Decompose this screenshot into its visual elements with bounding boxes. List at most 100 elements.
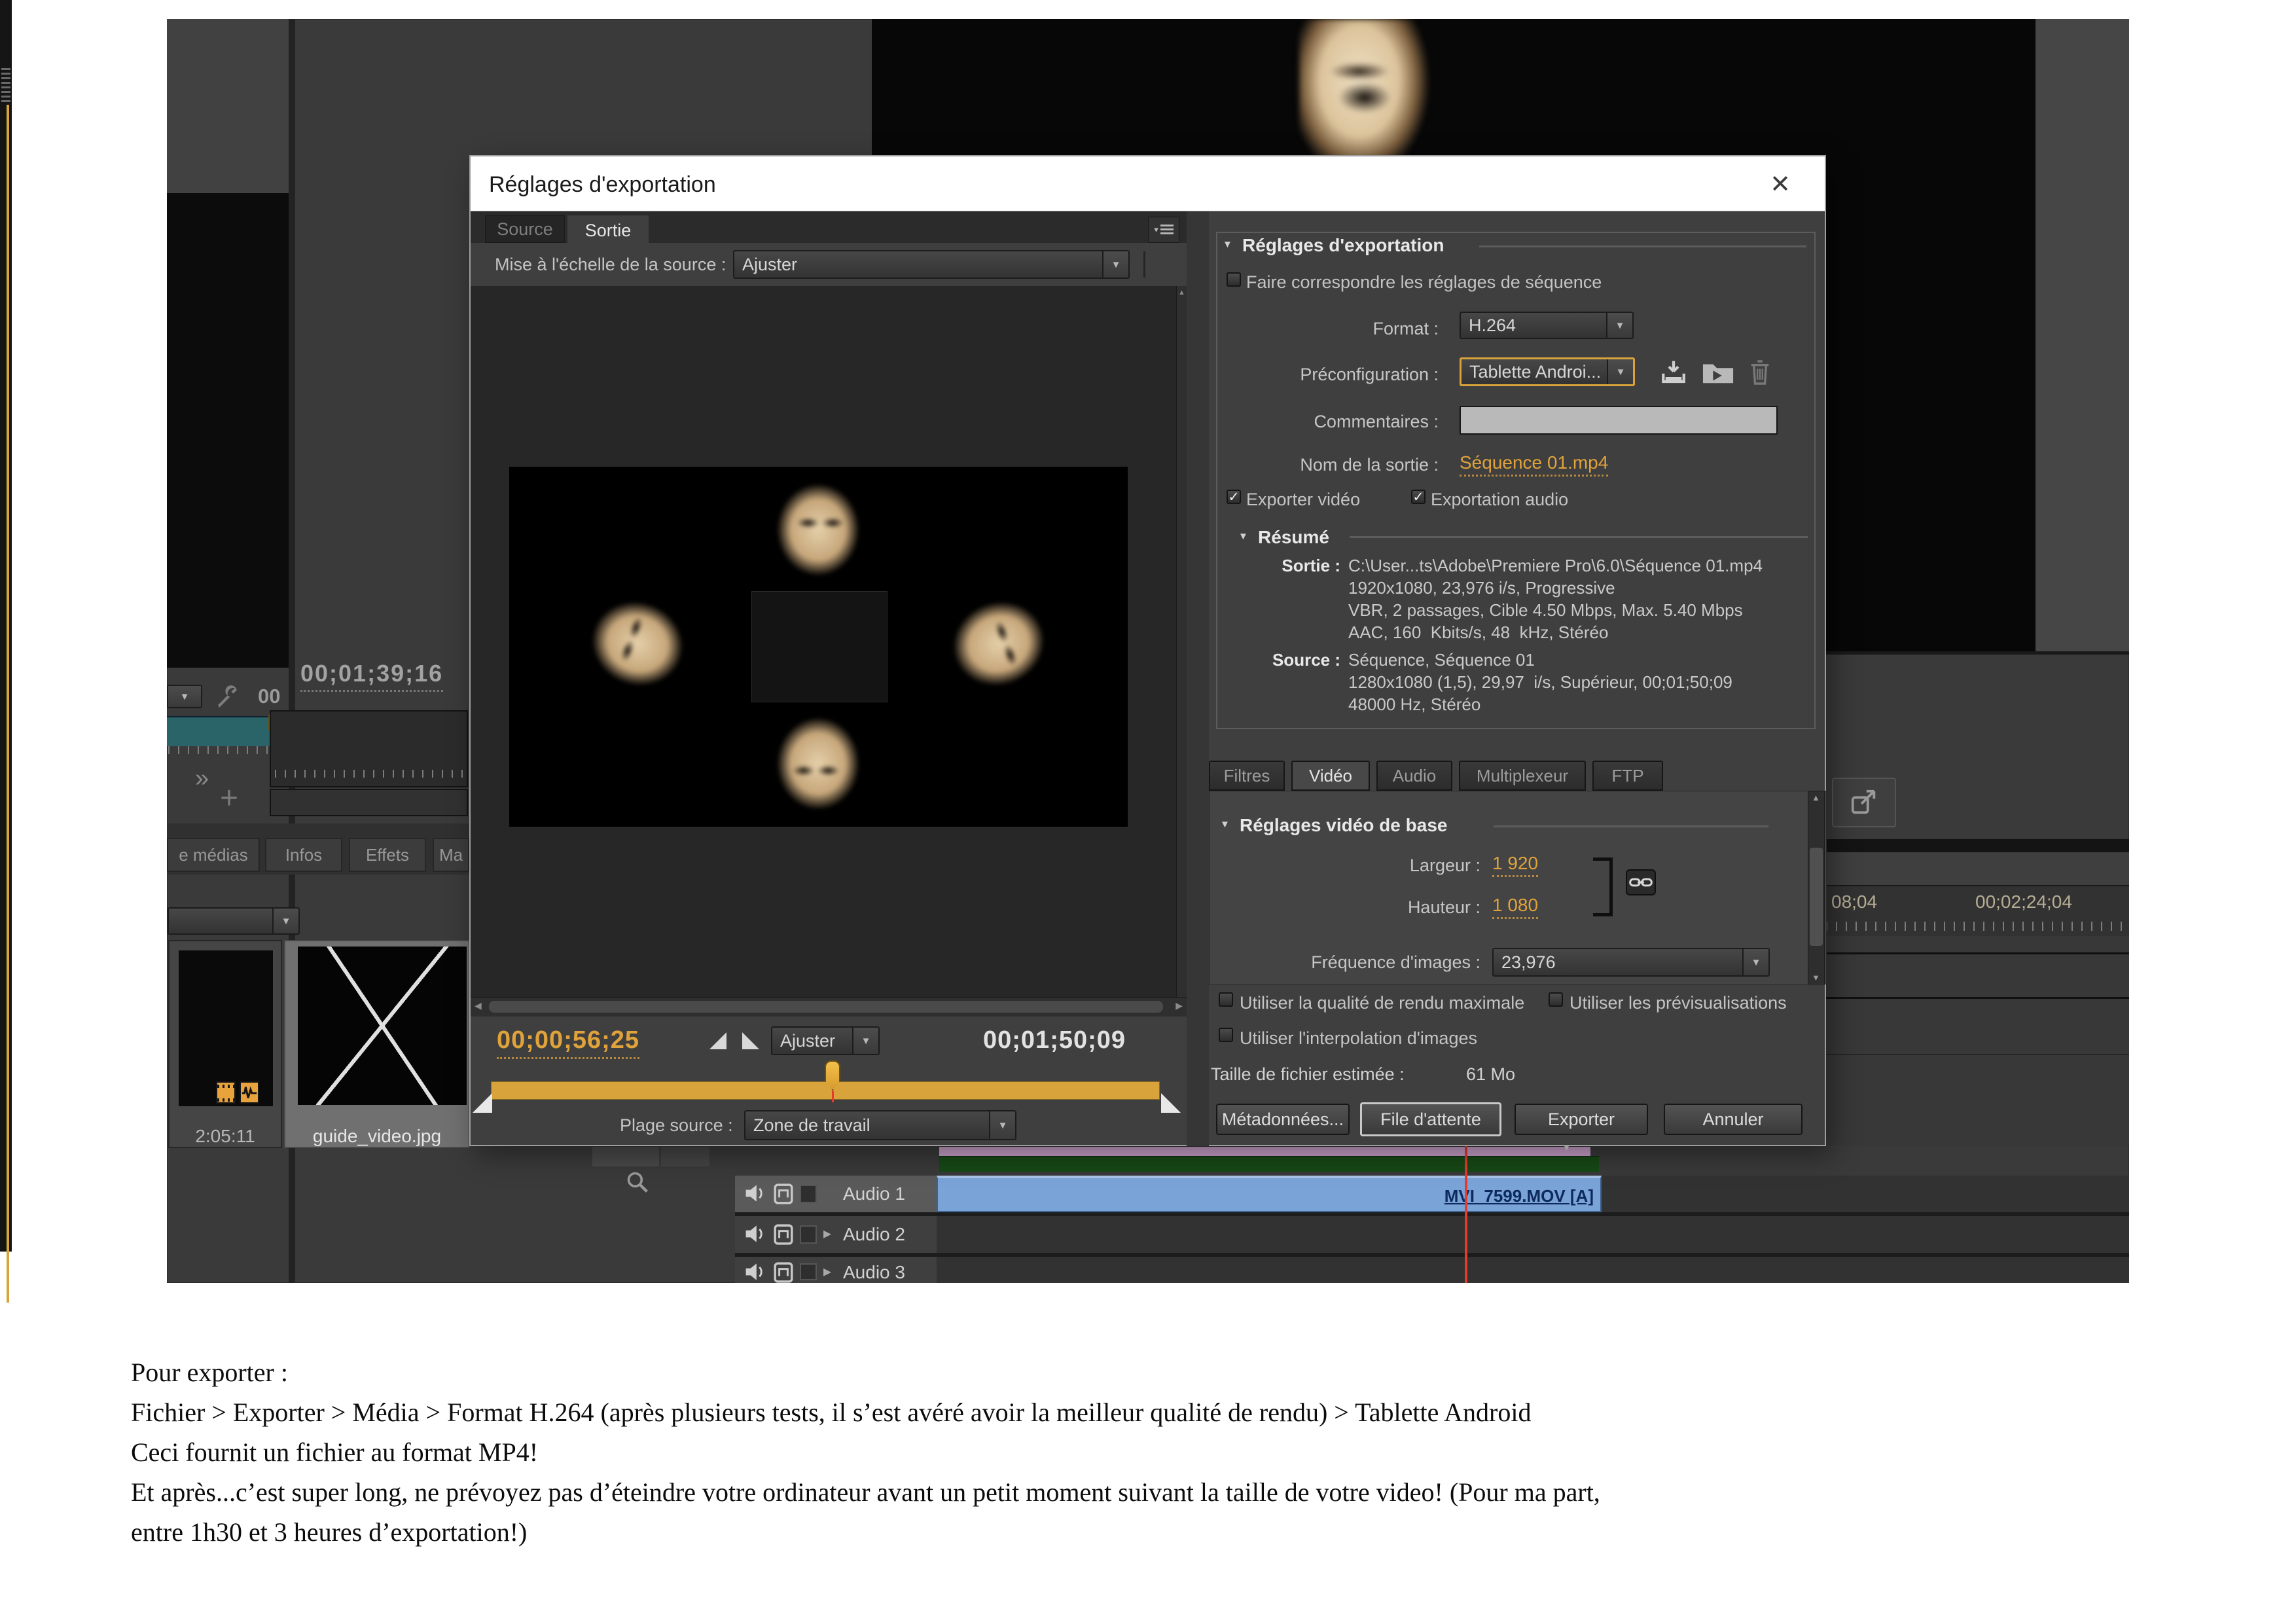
cancel-button[interactable]: Annuler: [1664, 1104, 1803, 1135]
source-timecode-partial: 00: [258, 685, 280, 708]
pane-gutter[interactable]: [1187, 211, 1209, 1146]
timeline-playhead-line[interactable]: [1465, 1146, 1467, 1283]
scroll-thumb[interactable]: [1810, 848, 1823, 946]
speaker-icon[interactable]: [744, 1223, 767, 1245]
bin-item-duration: 2:05:11: [170, 1126, 281, 1147]
mark-out-icon[interactable]: [742, 1032, 759, 1049]
range-dropdown[interactable]: Zone de travail ▼: [744, 1110, 1016, 1140]
speaker-icon[interactable]: [744, 1261, 767, 1283]
delete-preset-trash-icon[interactable]: [1749, 359, 1771, 386]
collapse-triangle-icon[interactable]: ▼: [1238, 531, 1248, 542]
scroll-left-icon[interactable]: ◀: [475, 1000, 482, 1011]
source-settings-dropdown[interactable]: ▼: [167, 685, 202, 708]
collapse-triangle-icon[interactable]: ▼: [1223, 239, 1232, 250]
track-toggle-box[interactable]: [800, 1185, 817, 1203]
height-value[interactable]: 1 080: [1492, 895, 1538, 919]
save-preset-icon[interactable]: [1660, 359, 1687, 386]
tab-output[interactable]: Sortie: [567, 215, 649, 245]
width-value[interactable]: 1 920: [1492, 853, 1538, 877]
tab-marques[interactable]: Ma: [433, 838, 469, 872]
tab-audio[interactable]: Audio: [1376, 761, 1452, 791]
chain-link-icon: [1629, 876, 1653, 889]
format-dropdown[interactable]: H.264 ▼: [1460, 312, 1634, 339]
frame-interpolation-label: Utiliser l'interpolation d'images: [1240, 1028, 1477, 1049]
scale-row: Mise à l'échelle de la source : Ajuster …: [471, 243, 1191, 286]
output-name-link[interactable]: Séquence 01.mp4: [1460, 452, 1608, 477]
timecode-in[interactable]: 00;00;56;25: [497, 1026, 639, 1059]
frame-interpolation-checkbox[interactable]: [1219, 1028, 1233, 1042]
export-video-checkbox[interactable]: ✓: [1227, 490, 1241, 504]
match-sequence-checkbox[interactable]: [1227, 272, 1241, 287]
export-audio-checkbox[interactable]: ✓: [1411, 490, 1426, 504]
audio1-label[interactable]: Audio 1: [843, 1183, 905, 1204]
comments-input[interactable]: [1460, 406, 1778, 435]
timeline-dark-band: [1826, 839, 2129, 852]
trim-end-handle[interactable]: [1161, 1093, 1181, 1113]
video-clip-bar[interactable]: [939, 1147, 1590, 1156]
tab-effets[interactable]: Effets: [349, 838, 426, 872]
use-previews-checkbox[interactable]: [1549, 992, 1563, 1007]
tab-multiplexeur[interactable]: Multiplexeur: [1459, 761, 1586, 791]
fit-dropdown[interactable]: Ajuster ▼: [771, 1026, 880, 1055]
panel-menu-icon[interactable]: ▾: [1148, 217, 1179, 243]
caption-line: Pour exporter :: [131, 1352, 1600, 1392]
summary-line: 1920x1080, 23,976 i/s, Progressive: [1348, 577, 1763, 599]
trim-start-handle[interactable]: [473, 1093, 492, 1113]
audio-clip[interactable]: MVI_7599.MOV [A]: [937, 1176, 1602, 1212]
export-button[interactable]: Exporter: [1515, 1104, 1648, 1135]
scale-dropdown[interactable]: Ajuster ▼: [733, 250, 1130, 279]
wrench-icon[interactable]: [216, 685, 242, 711]
scroll-down-icon[interactable]: ▼: [1812, 973, 1820, 983]
queue-button[interactable]: File d'attente: [1360, 1102, 1501, 1136]
chevron-down-icon: ▼: [272, 909, 298, 933]
trim-bar[interactable]: [491, 1081, 1160, 1100]
fps-dropdown[interactable]: 23,976 ▼: [1492, 948, 1770, 977]
link-dimensions-button[interactable]: [1626, 869, 1656, 895]
preview-vscrollbar[interactable]: ▲: [1176, 286, 1187, 997]
tab-video[interactable]: Vidéo: [1291, 761, 1370, 791]
bin-item-image-selected[interactable]: guide_video.jpg: [284, 940, 470, 1148]
preset-dropdown[interactable]: Tablette Androi... ▼: [1460, 357, 1635, 386]
track-output-icon[interactable]: [774, 1183, 793, 1204]
scroll-up-icon[interactable]: ▲: [1812, 793, 1820, 803]
settings-scrollbar[interactable]: ▲ ▼: [1808, 791, 1825, 984]
tab-infos[interactable]: Infos: [265, 838, 342, 872]
magnifier-icon[interactable]: [626, 1170, 649, 1194]
hscroll-thumb[interactable]: [489, 1001, 1163, 1013]
tab-filtres[interactable]: Filtres: [1209, 761, 1285, 791]
audio2-label[interactable]: Audio 2: [843, 1224, 905, 1245]
range-value: Zone de travail: [745, 1115, 870, 1136]
track-separator-1: [735, 1212, 2129, 1216]
track-output-icon[interactable]: [774, 1262, 793, 1283]
scroll-right-icon[interactable]: ▶: [1175, 1000, 1183, 1011]
tab-ftp[interactable]: FTP: [1592, 761, 1663, 791]
scroll-up-icon[interactable]: ▲: [1178, 289, 1185, 297]
timeline-zoom-block-1: [592, 1147, 659, 1166]
max-quality-checkbox[interactable]: [1219, 992, 1233, 1007]
bin-item-video[interactable]: 2:05:11: [168, 940, 282, 1148]
track-toggle-box[interactable]: [800, 1263, 817, 1280]
timeline-timecode[interactable]: 00;01;39;16: [300, 660, 443, 692]
mark-in-icon[interactable]: [709, 1032, 726, 1049]
import-preset-folder-icon[interactable]: [1702, 359, 1734, 385]
preview-hscrollbar[interactable]: ◀ ▶: [471, 997, 1187, 1017]
expand-track-icon[interactable]: ▸: [823, 1224, 831, 1243]
chevrons-more[interactable]: »: [195, 765, 209, 793]
source-scrub-bar[interactable]: [167, 716, 282, 746]
summary-src-lines: Séquence, Séquence 01 1280x1080 (1,5), 2…: [1348, 649, 1732, 715]
expand-track-icon[interactable]: ▸: [823, 1262, 831, 1281]
track-toggle-box[interactable]: [800, 1225, 817, 1244]
audio3-label[interactable]: Audio 3: [843, 1262, 905, 1283]
close-icon[interactable]: ✕: [1770, 170, 1791, 199]
speaker-icon[interactable]: [744, 1182, 767, 1204]
metadata-button[interactable]: Métadonnées...: [1216, 1104, 1350, 1135]
add-track-plus[interactable]: +: [220, 780, 238, 816]
tab-media-browser[interactable]: e médias: [167, 838, 260, 872]
tab-source[interactable]: Source: [485, 215, 565, 243]
collapse-triangle-icon[interactable]: ▼: [1220, 819, 1230, 830]
summary-line: C:\User...ts\Adobe\Premiere Pro\6.0\Séqu…: [1348, 554, 1763, 577]
export-frame-button[interactable]: [1832, 778, 1896, 827]
bin-view-dropdown[interactable]: ▼: [168, 907, 300, 935]
dialog-title-bar[interactable]: Réglages d'exportation ✕: [471, 156, 1825, 211]
track-output-icon[interactable]: [774, 1224, 793, 1245]
